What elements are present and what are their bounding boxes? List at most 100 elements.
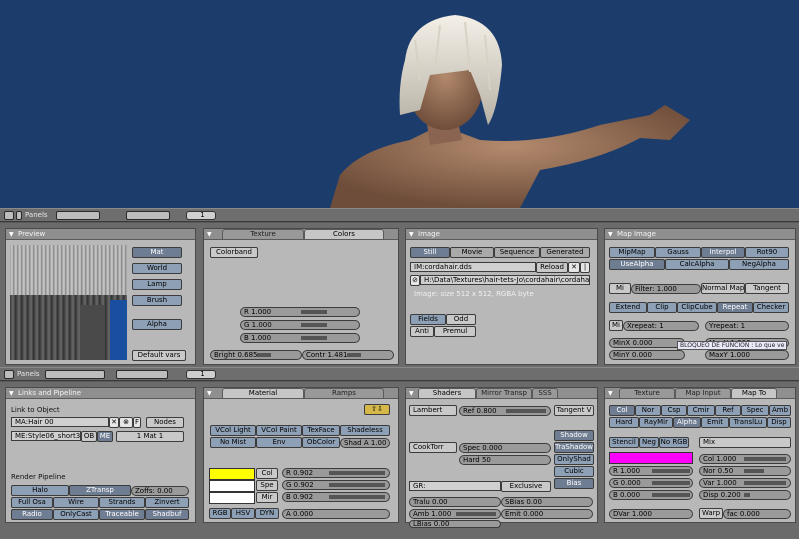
mapto-translu-button[interactable]: TranslLu [729, 417, 767, 428]
bias-button[interactable]: Bias [554, 478, 594, 489]
tex-g-slider[interactable]: G 0.000 [609, 478, 693, 488]
tex-b-slider[interactable]: B 0.000 [609, 490, 693, 500]
tab-texture[interactable]: Texture [222, 229, 304, 240]
tralu-slider[interactable]: Tralu 0.00 [409, 497, 501, 507]
mir-button[interactable]: Mir [256, 492, 278, 503]
tab-ramps[interactable]: Ramps [304, 388, 384, 399]
mapto-cmir-button[interactable]: Cmir [687, 405, 715, 416]
specular-shader-dropdown[interactable]: CookTorr [409, 442, 457, 453]
no-mist-button[interactable]: No Mist [210, 437, 256, 448]
mi-xrepeat-button[interactable]: Mi [609, 320, 623, 331]
texface-button[interactable]: TexFace [302, 425, 340, 436]
rgb-button[interactable]: RGB [209, 508, 231, 519]
hard-slider[interactable]: Hard 50 [459, 455, 551, 465]
mapto-alpha-button[interactable]: Alpha [673, 417, 701, 428]
mapto-csp-button[interactable]: Csp [661, 405, 687, 416]
tangent-v-button[interactable]: Tangent V [554, 405, 594, 416]
nor-factor-slider[interactable]: Nor 0.50 [699, 466, 791, 476]
texture-color-swatch[interactable] [609, 452, 693, 464]
col-button[interactable]: Col [256, 468, 278, 479]
mat-b-slider[interactable]: B 0.902 [282, 492, 390, 502]
color-g-slider[interactable]: G 1.000 [240, 320, 360, 330]
preview-alpha-button[interactable]: Alpha [132, 319, 182, 330]
strands-button[interactable]: Strands [99, 497, 145, 508]
mesh-name-field[interactable]: ME:Style06_short3.001 [11, 431, 81, 441]
spec-slider[interactable]: Spec 0.000 [459, 443, 551, 453]
menu-toggle-icon[interactable] [16, 211, 22, 220]
minx-field[interactable]: MinX 0.000 [609, 338, 685, 348]
emit-slider[interactable]: Emit 0.000 [501, 509, 593, 519]
zoffs-field[interactable]: Zoffs: 0.00 [131, 486, 189, 496]
sequence-button[interactable]: Sequence [494, 247, 540, 258]
spe-button[interactable]: Spe [256, 480, 278, 491]
xrepeat-field[interactable]: Xrepeat: 1 [623, 321, 699, 331]
context-icons[interactable] [56, 211, 100, 220]
yrepeat-field[interactable]: Yrepeat: 1 [705, 321, 789, 331]
ref-slider[interactable]: Ref 0.800 [459, 406, 551, 416]
spe-swatch[interactable] [209, 480, 255, 492]
extend-button[interactable]: Extend [609, 302, 647, 313]
browse-icon[interactable]: F [133, 417, 141, 428]
wire-button[interactable]: Wire [53, 497, 99, 508]
pin-icon[interactable]: | [580, 262, 590, 273]
fields-button[interactable]: Fields [410, 314, 446, 325]
generated-button[interactable]: Generated [540, 247, 590, 258]
mapto-disp-button[interactable]: Disp [767, 417, 791, 428]
window-type-icon[interactable] [4, 370, 14, 379]
clipcube-button[interactable]: ClipCube [677, 302, 717, 313]
color-b-slider[interactable]: B 1.000 [240, 333, 360, 343]
col-factor-slider[interactable]: Col 1.000 [699, 454, 791, 464]
default-vars-button[interactable]: Default vars [132, 350, 186, 361]
vcol-paint-button[interactable]: VCol Paint [256, 425, 302, 436]
mat-g-slider[interactable]: G 0.902 [282, 480, 390, 490]
mapto-emit-button[interactable]: Emit [701, 417, 729, 428]
preview-world-button[interactable]: World [132, 263, 182, 274]
clip-button[interactable]: Clip [647, 302, 677, 313]
mapto-col-button[interactable]: Col [609, 405, 635, 416]
env-button[interactable]: Env [256, 437, 302, 448]
hsv-button[interactable]: HSV [231, 508, 255, 519]
ztransp-button[interactable]: ZTransp [69, 485, 131, 496]
context-icons[interactable] [45, 370, 105, 379]
dyn-button[interactable]: DYN [255, 508, 279, 519]
full-osa-button[interactable]: Full Osa [11, 497, 53, 508]
checker-button[interactable]: Checker [753, 302, 789, 313]
mapto-spec-button[interactable]: Spec [741, 405, 769, 416]
mi-button[interactable]: Mi [609, 283, 631, 294]
traceable-button[interactable]: Traceable [99, 509, 145, 520]
shad-a-field[interactable]: Shad A 1.00 [340, 438, 390, 448]
trashadow-button[interactable]: TraShadow [554, 442, 594, 453]
tab-colors[interactable]: Colors [304, 229, 384, 240]
warp-button[interactable]: Warp [699, 508, 723, 519]
tex-r-slider[interactable]: R 1.000 [609, 466, 693, 476]
shadow-button[interactable]: Shadow [554, 430, 594, 441]
col-swatch[interactable] [209, 468, 255, 480]
tangent-dropdown[interactable]: Tangent [745, 283, 789, 294]
bright-slider[interactable]: Bright 0.685 [210, 350, 302, 360]
nodes-button[interactable]: Nodes [146, 417, 184, 428]
dvar-slider[interactable]: DVar 1.000 [609, 509, 693, 519]
amb-slider[interactable]: Amb 1.000 [409, 509, 501, 519]
mir-swatch[interactable] [209, 492, 255, 504]
shadeless-button[interactable]: Shadeless [340, 425, 390, 436]
delete-icon[interactable]: ✕ [109, 417, 119, 428]
tab-texture[interactable]: Texture [619, 388, 675, 399]
frame-counter[interactable]: 1 [186, 211, 216, 220]
ob-button[interactable]: OB [81, 431, 97, 442]
preview-mat-button[interactable]: Mat [132, 247, 182, 258]
calcalpha-button[interactable]: CalcAlpha [665, 259, 729, 270]
obcolor-button[interactable]: ObColor [302, 437, 340, 448]
filter-field[interactable]: Filter: 1.000 [631, 284, 701, 294]
me-button[interactable]: ME [97, 431, 113, 442]
zinvert-button[interactable]: Zinvert [145, 497, 189, 508]
preview-lamp-button[interactable]: Lamp [132, 279, 182, 290]
fake-user-icon[interactable]: ⊗ [119, 417, 133, 428]
tab-sss[interactable]: SSS [532, 388, 558, 399]
material-index-field[interactable]: 1 Mat 1 [116, 431, 184, 442]
odd-button[interactable]: Odd [446, 314, 476, 325]
miny-field[interactable]: MinY 0.000 [609, 350, 685, 360]
sbias-slider[interactable]: SBias 0.00 [501, 497, 593, 507]
mapto-raymir-button[interactable]: RayMir [639, 417, 673, 428]
colorband-button[interactable]: Colorband [210, 247, 258, 258]
window-type-icon[interactable] [4, 211, 14, 220]
